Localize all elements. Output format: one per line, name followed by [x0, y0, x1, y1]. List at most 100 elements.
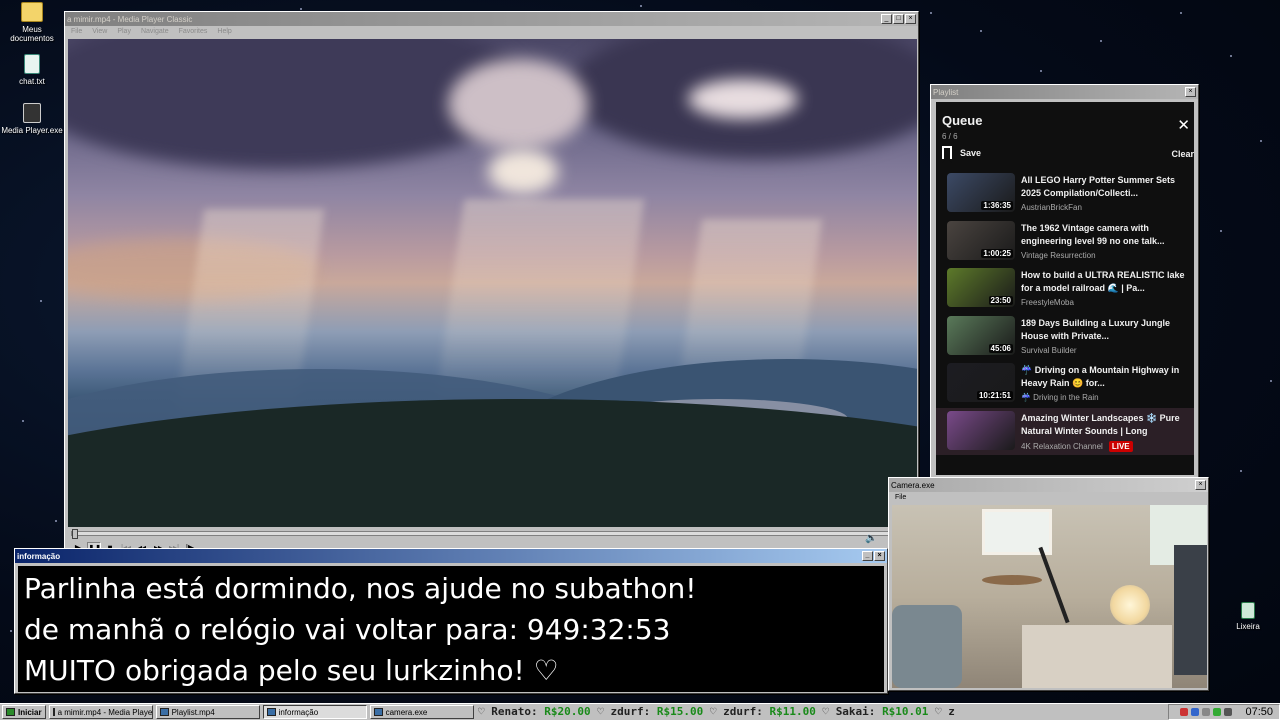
menu-view[interactable]: View — [92, 28, 107, 36]
star — [980, 30, 982, 32]
donor-name: Renato: — [491, 705, 538, 718]
queue-item[interactable]: 1:00:25 The 1962 Vintage camera with engi… — [936, 218, 1194, 266]
media-player-window[interactable]: a mimir.mp4 - Media Player Classic _ □ ×… — [64, 11, 919, 554]
info-line: MUITO obrigada pelo seu lurkzinho! ♡ — [24, 654, 559, 687]
donation-amount: R$10.01 — [882, 705, 929, 718]
desktop-icon-recycle-bin[interactable]: Lixeira — [1216, 602, 1280, 631]
duration-badge: 45:06 — [988, 343, 1013, 353]
queue-item[interactable]: 1:36:35 All LEGO Harry Potter Summer Sets… — [936, 170, 1194, 218]
queue-item[interactable]: 23:50 How to build a ULTRA REALISTIC lake… — [936, 265, 1194, 313]
video-thumbnail[interactable]: 45:06 — [947, 315, 1015, 355]
menu-navigate[interactable]: Navigate — [141, 28, 169, 36]
desktop-icon-label: Media Player.exe — [1, 126, 63, 135]
desktop-icon-chat-txt[interactable]: chat.txt — [0, 54, 64, 86]
queue-item[interactable]: 10:21:51 ☔ Driving on a Mountain Highway … — [936, 360, 1194, 408]
star — [640, 5, 642, 7]
video-title[interactable]: 189 Days Building a Luxury Jungle House … — [1021, 317, 1193, 344]
donation-amount: R$15.00 — [656, 705, 704, 718]
donor-name: Sakai: — [835, 705, 876, 718]
recycle-bin-icon — [1241, 602, 1255, 619]
menu-favorites[interactable]: Favorites — [179, 28, 208, 36]
star — [1180, 12, 1182, 14]
save-button[interactable]: Save — [942, 146, 981, 163]
playlist-window[interactable]: Playlist × Queue 6 / 6 ✕ Save Clear 1:36… — [930, 84, 1199, 478]
media-player-icon — [23, 103, 41, 123]
menu-file[interactable]: File — [71, 28, 82, 36]
video-thumbnail[interactable]: 10:21:51 — [947, 363, 1015, 402]
taskbar-button-informacao[interactable]: informação — [262, 705, 367, 719]
queue-item[interactable]: 45:06 189 Days Building a Luxury Jungle H… — [936, 313, 1194, 361]
video-thumbnail[interactable] — [947, 410, 1015, 450]
video-title[interactable]: Amazing Winter Landscapes ❄️ Pure Natura… — [1021, 412, 1193, 439]
close-button[interactable]: × — [874, 551, 885, 561]
channel-row: ☔ Driving in the Rain — [1021, 393, 1099, 402]
close-button[interactable]: × — [1185, 87, 1196, 97]
channel-name: AustrianBrickFan — [1021, 203, 1082, 212]
tray-icon[interactable] — [1191, 708, 1200, 716]
taskbar-button-label: Playlist.mp4 — [171, 707, 215, 717]
seek-handle[interactable] — [72, 529, 78, 539]
info-titlebar[interactable]: informação _ × — [15, 549, 887, 563]
star — [55, 520, 57, 522]
media-player-titlebar[interactable]: a mimir.mp4 - Media Player Classic _ □ × — [65, 12, 918, 26]
desktop-icon-media-player[interactable]: Media Player.exe — [0, 103, 64, 135]
video-thumbnail[interactable]: 1:00:25 — [947, 220, 1015, 260]
cam-mic-arm — [1038, 546, 1070, 624]
media-player-icon — [52, 708, 55, 716]
video-title[interactable]: All LEGO Harry Potter Summer Sets 2025 C… — [1021, 174, 1193, 201]
close-button[interactable]: × — [1195, 480, 1206, 490]
taskbar-button-media-player[interactable]: a mimir.mp4 - Media Playe... — [48, 705, 153, 719]
channel-name: Survival Builder — [1021, 345, 1077, 355]
tray-icon[interactable] — [1213, 708, 1222, 716]
desktop-icon-my-documents[interactable]: Meus documentos — [0, 2, 64, 43]
video-title[interactable]: How to build a ULTRA REALISTIC lake for … — [1021, 269, 1193, 296]
tray-icon[interactable] — [1180, 708, 1189, 716]
taskbar-button-camera[interactable]: camera.exe — [369, 705, 474, 719]
menu-play[interactable]: Play — [117, 28, 131, 36]
camera-menubar: File — [889, 492, 1208, 504]
cam-table — [982, 575, 1042, 585]
tray-icon[interactable] — [1202, 708, 1211, 716]
star — [930, 12, 932, 14]
duration-badge: 1:36:35 — [981, 201, 1013, 210]
seek-bar[interactable] — [71, 529, 914, 539]
menu-file[interactable]: File — [895, 494, 906, 502]
clear-button[interactable]: Clear — [1171, 149, 1194, 159]
heart-icon: ♡ — [928, 705, 949, 718]
camera-titlebar[interactable]: Camera.exe × — [889, 478, 1208, 492]
start-button[interactable]: Iniciar — [2, 705, 46, 719]
star — [1220, 230, 1222, 232]
close-button[interactable]: × — [905, 14, 916, 24]
window-title: Camera.exe — [891, 480, 935, 490]
minimize-button[interactable]: _ — [862, 551, 873, 561]
maximize-button[interactable]: □ — [893, 14, 904, 24]
volume-icon[interactable]: 🔈 — [865, 533, 877, 544]
cam-desk — [1022, 625, 1172, 688]
playlist-titlebar[interactable]: Playlist × — [931, 85, 1198, 99]
info-window[interactable]: informação _ × Parlinha está dormindo, n… — [14, 548, 888, 694]
menu-help[interactable]: Help — [217, 28, 231, 36]
queue-item[interactable]: Amazing Winter Landscapes ❄️ Pure Natura… — [936, 407, 1194, 455]
queue-heading: Queue — [942, 113, 983, 128]
taskbar-button-label: camera.exe — [385, 707, 428, 717]
video-thumbnail[interactable]: 1:36:35 — [947, 173, 1015, 212]
taskbar-button-playlist[interactable]: Playlist.mp4 — [155, 705, 260, 719]
info-line: Parlinha está dormindo, nos ajude no sub… — [24, 572, 697, 605]
video-title[interactable]: The 1962 Vintage camera with engineering… — [1021, 222, 1193, 249]
duration-badge: 23:50 — [988, 296, 1013, 305]
video-thumbnail[interactable]: 23:50 — [947, 268, 1015, 307]
queue-list: 1:36:35 All LEGO Harry Potter Summer Sets… — [936, 170, 1194, 455]
close-icon[interactable]: ✕ — [1177, 116, 1190, 134]
ticker-tail: z — [948, 705, 955, 718]
heart-icon: ♡ — [815, 705, 836, 718]
minimize-button[interactable]: _ — [881, 14, 892, 24]
camera-window[interactable]: Camera.exe × File — [888, 477, 1209, 691]
window-title: Playlist — [933, 87, 959, 97]
donation-amount: R$20.00 — [544, 705, 591, 718]
volume-icon[interactable] — [1224, 708, 1233, 716]
star — [10, 630, 12, 632]
video-display[interactable] — [68, 39, 917, 527]
webcam-feed — [892, 505, 1207, 688]
queue-panel: Queue 6 / 6 ✕ Save Clear 1:36:35 All LEGO… — [936, 102, 1194, 475]
video-title[interactable]: ☔ Driving on a Mountain Highway in Heavy… — [1021, 364, 1193, 391]
